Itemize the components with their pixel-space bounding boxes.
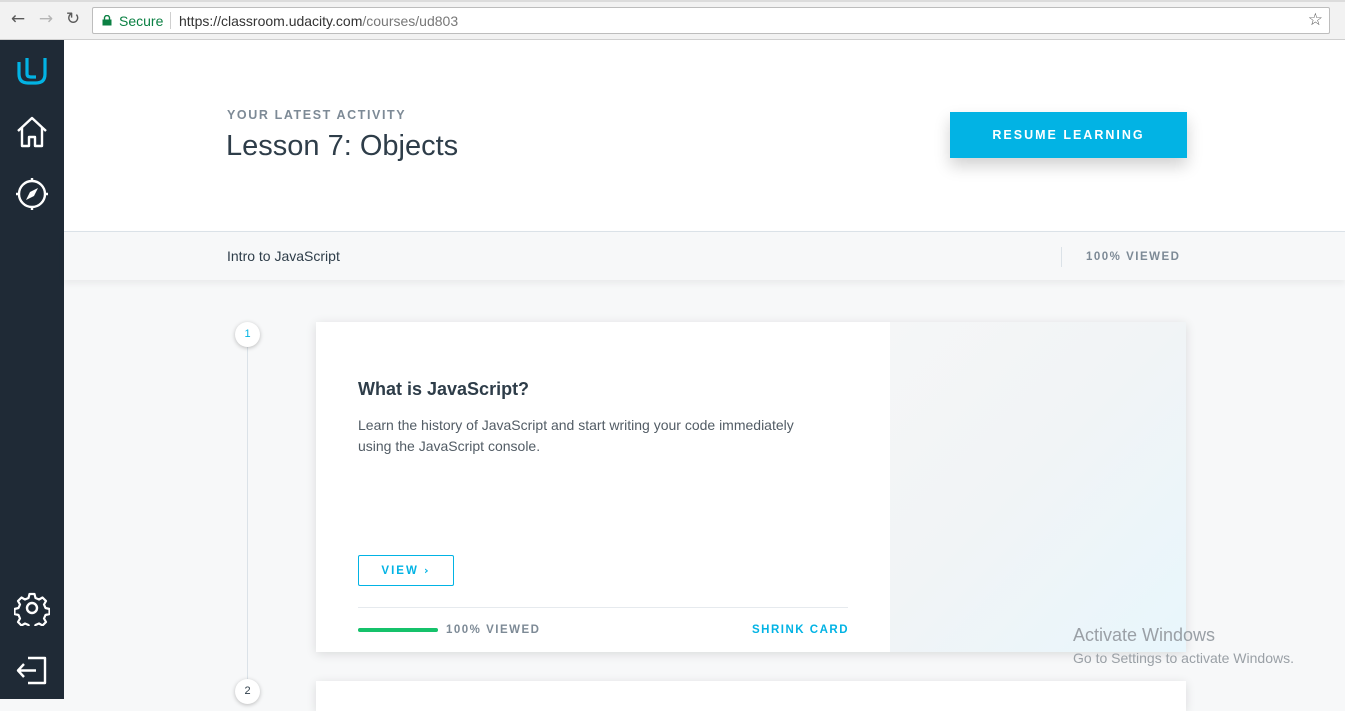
compass-icon[interactable]: [14, 175, 50, 211]
lesson-title[interactable]: Lesson 7: Objects: [226, 130, 458, 163]
url-text[interactable]: https://classroom.udacity.com/courses/ud…: [179, 13, 458, 29]
lock-icon: [102, 15, 112, 26]
bookmark-star-icon[interactable]: ☆: [1308, 10, 1323, 30]
lesson-viewed-status: 100% VIEWED: [446, 624, 541, 636]
lesson-progress-fill: [358, 628, 438, 632]
lesson-card-image: [890, 322, 1186, 652]
view-button[interactable]: VIEW ›: [358, 555, 454, 586]
reload-icon[interactable]: ↻: [63, 9, 83, 29]
latest-activity-kicker: YOUR LATEST ACTIVITY: [227, 108, 407, 122]
address-bar[interactable]: Secure https://classroom.udacity.com/cou…: [92, 7, 1330, 34]
browser-toolbar: ← → ↻ Secure https://classroom.udacity.c…: [0, 0, 1345, 40]
lesson-card-title: What is JavaScript?: [358, 379, 530, 399]
activation-watermark-text: Go to Settings to activate Windows.: [1073, 650, 1294, 666]
sidebar: [0, 40, 64, 699]
home-icon[interactable]: [14, 114, 50, 150]
view-button-label: VIEW: [381, 565, 419, 577]
back-arrow-icon[interactable]: ←: [8, 9, 28, 29]
secure-label: Secure: [119, 13, 164, 29]
course-name: Intro to JavaScript: [227, 248, 340, 264]
timeline-line: [247, 340, 248, 690]
timeline-node-2: 2: [235, 679, 260, 704]
address-separator: [170, 12, 171, 29]
resume-learning-button[interactable]: RESUME LEARNING: [950, 112, 1187, 158]
shrink-card-link[interactable]: SHRINK CARD: [752, 624, 849, 636]
lesson-progress-bar: [358, 628, 438, 632]
forward-arrow-icon[interactable]: →: [36, 9, 56, 29]
udacity-logo-icon[interactable]: [14, 52, 50, 88]
chevron-right-icon: ›: [424, 564, 431, 577]
activation-watermark-title: Activate Windows: [1073, 625, 1216, 645]
course-viewed-status: 100% VIEWED: [1086, 251, 1181, 263]
timeline-node-1: 1: [235, 322, 260, 347]
card-divider: [358, 607, 848, 608]
course-bar-divider: [1061, 247, 1062, 267]
tab-strip: [0, 0, 1345, 2]
lesson-card-description: Learn the history of JavaScript and star…: [358, 417, 794, 454]
lesson-card-2: [316, 681, 1186, 711]
gear-icon[interactable]: [14, 590, 50, 626]
logout-icon[interactable]: [14, 652, 50, 688]
url-host: https://classroom.udacity.com: [179, 13, 363, 29]
lesson-card: What is JavaScript? Learn the history of…: [316, 322, 1186, 652]
latest-activity-header: YOUR LATEST ACTIVITY Lesson 7: Objects R…: [64, 40, 1345, 232]
course-bar: Intro to JavaScript 100% VIEWED: [64, 231, 1345, 280]
url-path: /courses/ud803: [362, 13, 459, 29]
